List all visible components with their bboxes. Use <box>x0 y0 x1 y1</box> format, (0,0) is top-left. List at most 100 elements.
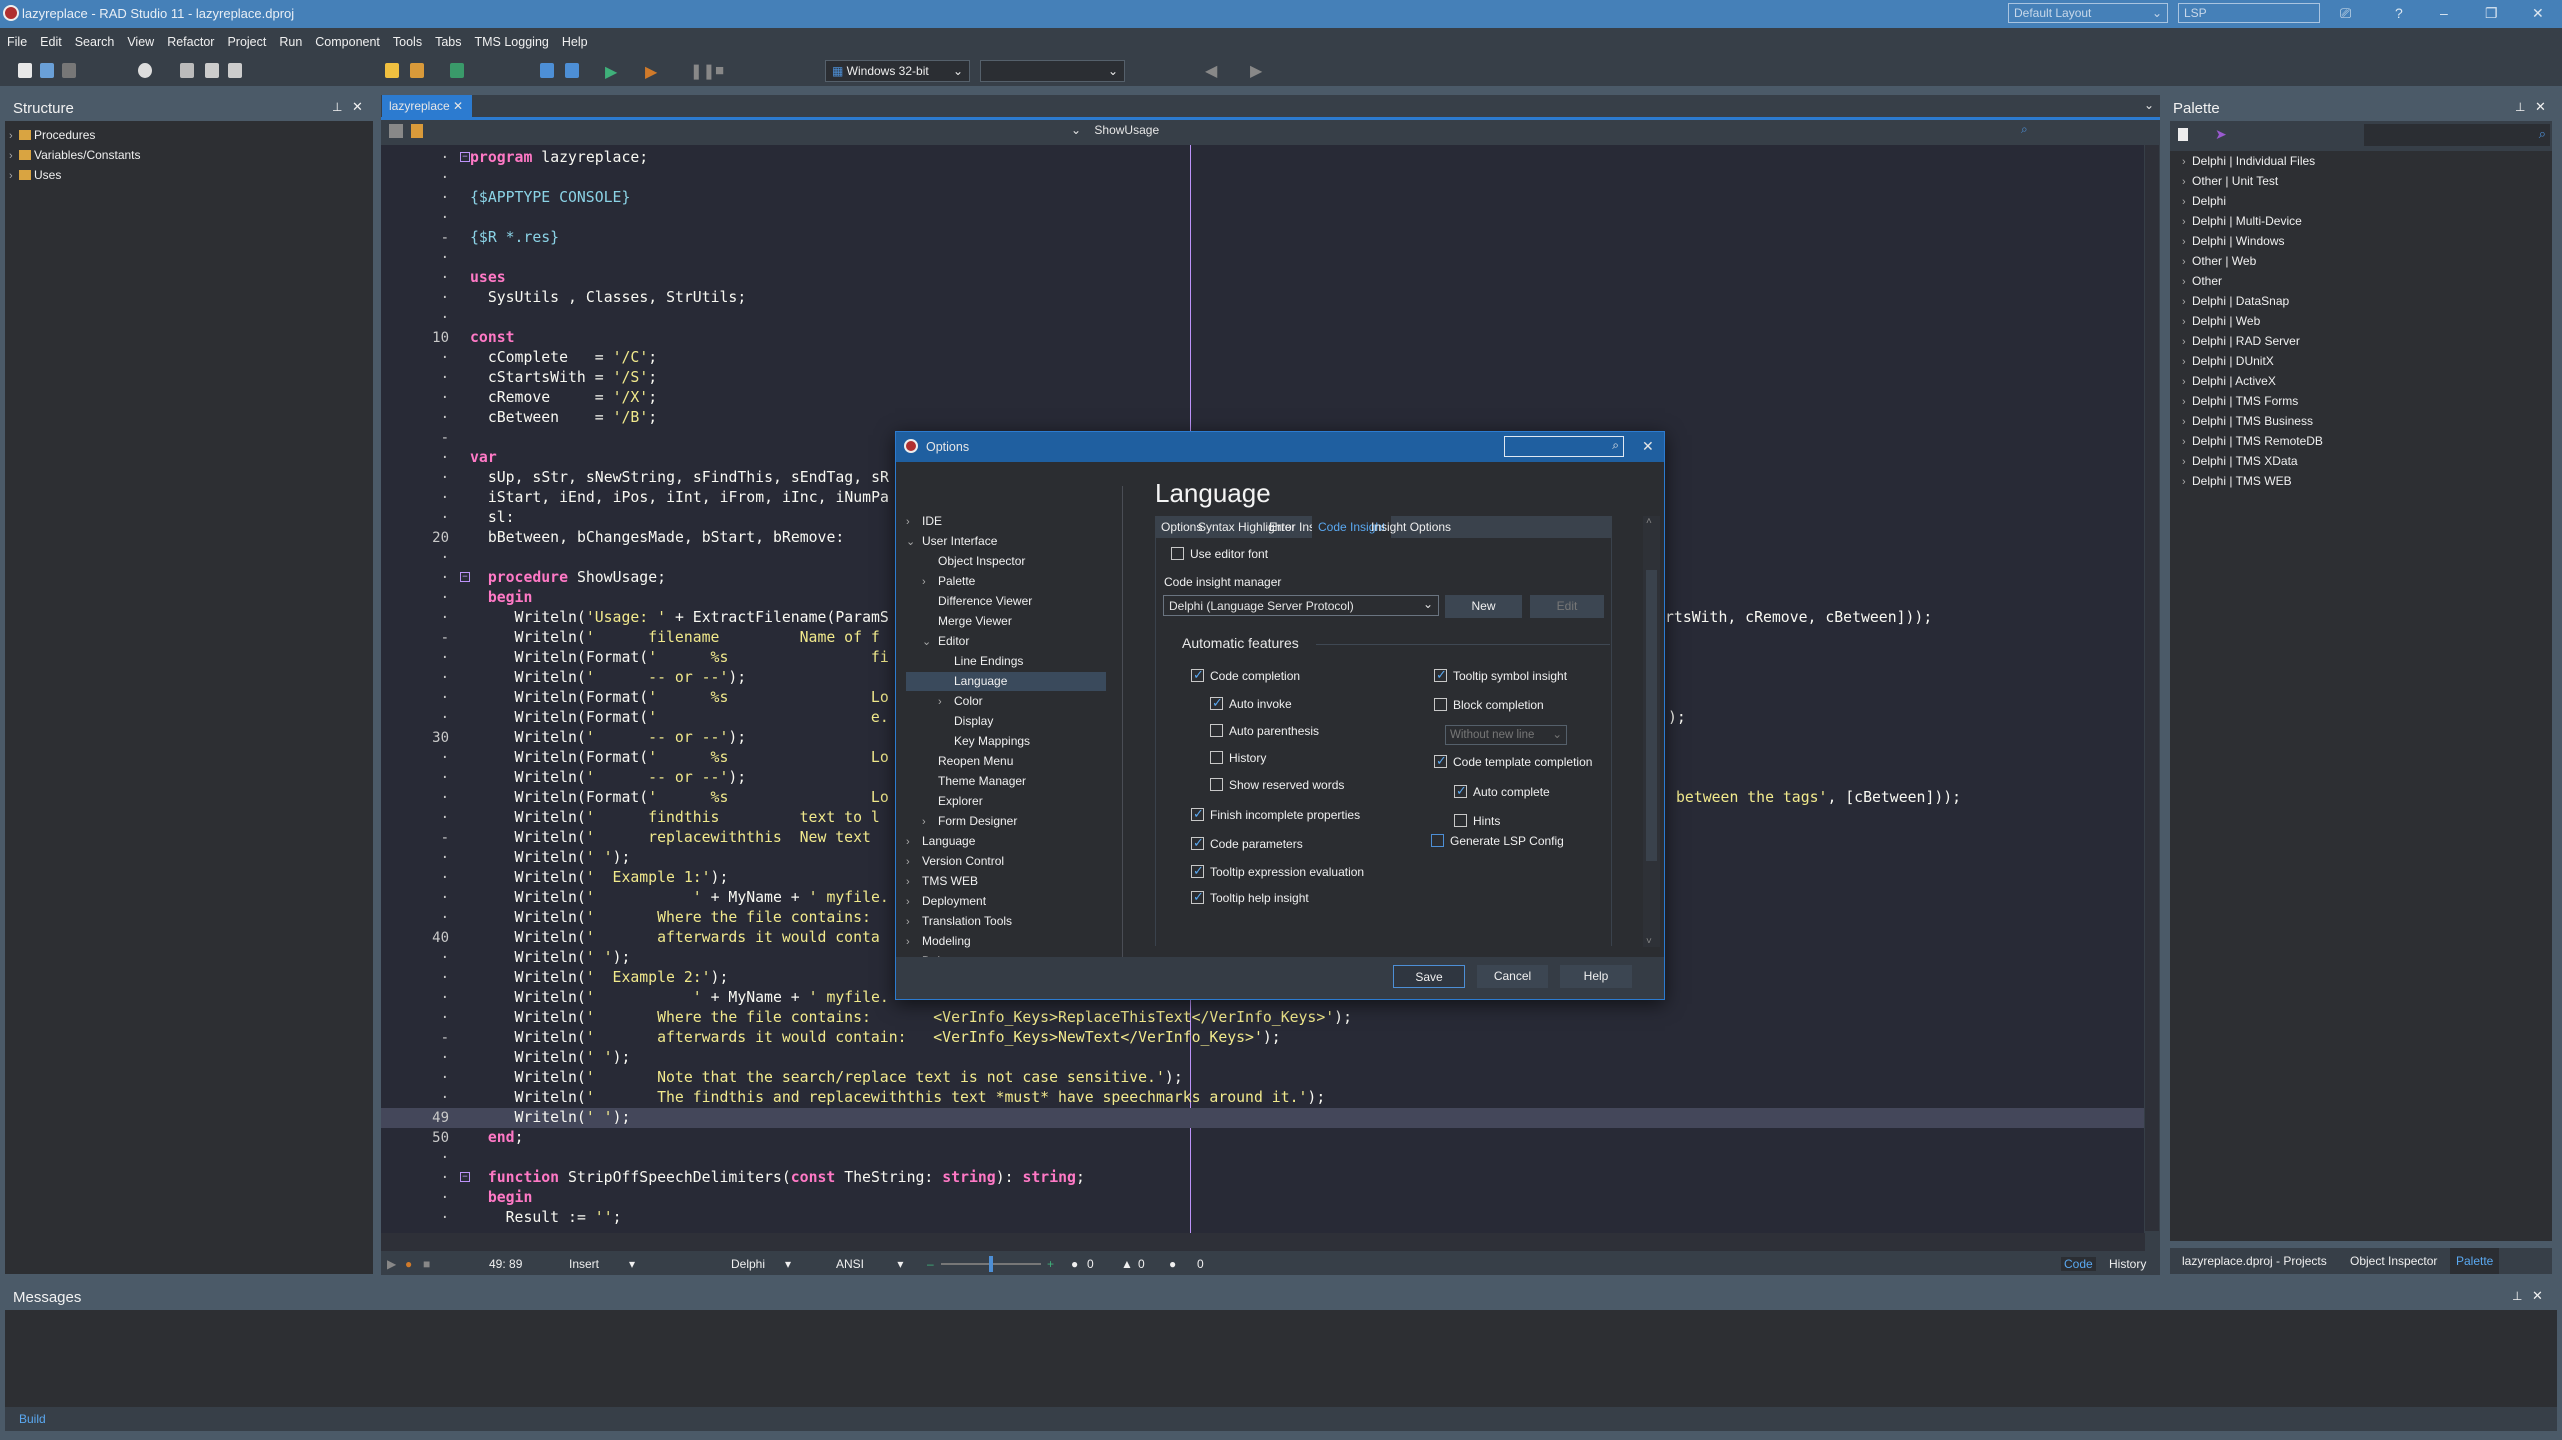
view-tab-code[interactable]: Code <box>2061 1257 2096 1271</box>
code-line[interactable]: · cStartsWith = '/S'; <box>381 368 2144 388</box>
close-icon[interactable]: ✕ <box>2532 1288 2543 1304</box>
chevron-right-icon[interactable]: › <box>9 150 19 162</box>
editor-search-icon[interactable]: ⌕ <box>2021 122 2028 137</box>
palette-category[interactable]: › Delphi | TMS XData <box>2182 454 2298 468</box>
menu-tabs[interactable]: Tabs <box>428 28 467 49</box>
open-project-icon[interactable] <box>40 63 54 78</box>
menu-help[interactable]: Help <box>555 28 594 49</box>
palette-category[interactable]: › Delphi | RAD Server <box>2182 334 2300 348</box>
code-template-completion-checkbox[interactable] <box>1434 753 1447 769</box>
code-line[interactable]: - {$R *.res} <box>381 228 2144 248</box>
chevron-right-icon[interactable]: › <box>2182 176 2192 188</box>
cancel-button[interactable]: Cancel <box>1477 965 1548 988</box>
chevron-right-icon[interactable]: › <box>2182 196 2192 208</box>
layout-combo[interactable]: Default Layout ⌄ <box>2008 3 2168 23</box>
new-button[interactable]: New <box>1445 595 1522 618</box>
tab-projects[interactable]: lazyreplace.dproj - Projects <box>2182 1254 2327 1268</box>
palette-category[interactable]: › Delphi | ActiveX <box>2182 374 2276 388</box>
code-line[interactable]: · <box>381 248 2144 268</box>
tooltip-expression-evaluation-checkbox[interactable] <box>1191 863 1204 879</box>
palette-category[interactable]: › Other <box>2182 274 2222 288</box>
code-line[interactable]: · − program lazyreplace; <box>381 148 2144 168</box>
options-tree-item[interactable]: › Palette <box>906 572 1106 591</box>
ide-search-input[interactable]: LSP <box>2178 3 2320 23</box>
auto-parenthesis-checkbox[interactable] <box>1210 724 1223 737</box>
code-parameters-checkbox[interactable] <box>1191 835 1204 851</box>
fold-collapse-icon[interactable]: − <box>460 572 470 582</box>
tab-palette[interactable]: Palette <box>2450 1248 2500 1274</box>
structure-item[interactable]: › Uses <box>9 168 61 182</box>
chevron-right-icon[interactable]: › <box>906 516 916 528</box>
stop-macro-icon[interactable]: ■ <box>423 1257 430 1271</box>
options-tree-item[interactable]: Line Endings <box>906 652 1106 671</box>
options-tree-item[interactable]: ⌄ Editor <box>906 632 1106 651</box>
palette-category[interactable]: › Delphi | Windows <box>2182 234 2284 248</box>
pointer-icon[interactable]: ➤ <box>2215 126 2227 143</box>
globe-icon[interactable] <box>138 63 152 78</box>
chevron-right-icon[interactable]: › <box>2182 476 2192 488</box>
chevron-right-icon[interactable]: › <box>938 696 948 708</box>
options-tree-item[interactable]: › Deployment <box>906 892 1106 911</box>
help-button[interactable]: Help <box>1560 965 1632 988</box>
options-tree-item[interactable]: Language <box>906 672 1106 691</box>
zoom-slider-thumb[interactable] <box>989 1256 993 1272</box>
chevron-right-icon[interactable]: › <box>922 816 932 828</box>
devices-icon[interactable]: ⎚ <box>2340 5 2351 22</box>
component-icon[interactable] <box>205 63 219 78</box>
options-tree-item[interactable]: › Color <box>906 692 1106 711</box>
palette-category[interactable]: › Delphi | DUnitX <box>2182 354 2274 368</box>
zoom-in-icon[interactable]: + <box>1047 1257 1054 1271</box>
chevron-right-icon[interactable]: › <box>2182 376 2192 388</box>
new-file-icon[interactable] <box>18 63 32 78</box>
new-item-icon[interactable] <box>385 63 399 78</box>
search-icon[interactable] <box>180 63 194 78</box>
code-line[interactable]: · begin <box>381 1188 2144 1208</box>
encoding-dropdown[interactable]: ANSI ▾ <box>836 1257 903 1271</box>
editor-toolbar-icon[interactable] <box>389 124 403 138</box>
options-tree-item[interactable]: Object Inspector <box>906 552 1106 571</box>
hints-checkbox[interactable] <box>1454 814 1467 827</box>
menu-tms-logging[interactable]: TMS Logging <box>468 28 555 49</box>
forward-arrow-icon[interactable]: ▶ <box>1250 61 1262 81</box>
close-window-button[interactable]: ✕ <box>2532 5 2544 22</box>
finish-incomplete-properties-checkbox[interactable] <box>1191 806 1204 822</box>
use-editor-font-checkbox[interactable] <box>1171 547 1184 560</box>
code-line[interactable]: · <box>381 1148 2144 1168</box>
close-tab-icon[interactable]: ✕ <box>453 99 463 113</box>
palette-category[interactable]: › Delphi | DataSnap <box>2182 294 2289 308</box>
block-completion-checkbox[interactable] <box>1434 698 1447 711</box>
scroll-down-icon[interactable]: ˅ <box>1646 936 1652 947</box>
record-macro-icon[interactable]: ● <box>405 1257 412 1271</box>
chevron-right-icon[interactable]: › <box>2182 356 2192 368</box>
options-tree-item[interactable]: › TMS WEB <box>906 872 1106 891</box>
code-line[interactable]: · − function StripOffSpeechDelimiters(con… <box>381 1168 2144 1188</box>
chevron-right-icon[interactable]: › <box>906 856 916 868</box>
platform-combo[interactable]: ▦ Windows 32-bit ⌄ <box>825 60 970 82</box>
play-macro-icon[interactable]: ▶ <box>387 1257 396 1271</box>
options-tree-item[interactable]: Merge Viewer <box>906 612 1106 631</box>
menu-component[interactable]: Component <box>308 28 386 49</box>
block-completion-mode-combo[interactable]: Without new line ⌄ <box>1445 725 1567 745</box>
options-tree-item[interactable]: › Modeling <box>906 932 1106 951</box>
configuration-combo[interactable]: ⌄ <box>980 60 1125 82</box>
close-icon[interactable]: ✕ <box>2535 99 2546 115</box>
code-line[interactable]: · Writeln(' Where the file contains: <Ve… <box>381 1008 2144 1028</box>
chevron-right-icon[interactable]: › <box>2182 436 2192 448</box>
project-options-icon[interactable] <box>540 63 554 78</box>
menu-project[interactable]: Project <box>220 28 272 49</box>
close-dialog-button[interactable]: ✕ <box>1642 438 1654 455</box>
pause-icon[interactable]: ❚❚ <box>690 62 715 80</box>
palette-file-icon[interactable] <box>2178 128 2188 141</box>
chevron-right-icon[interactable]: › <box>906 916 916 928</box>
chevron-down-icon[interactable]: ⌄ <box>906 535 916 548</box>
structure-item[interactable]: › Variables/Constants <box>9 148 141 162</box>
palette-category[interactable]: › Delphi | Web <box>2182 314 2260 328</box>
auto-invoke-checkbox[interactable] <box>1210 695 1223 711</box>
options-tree-item[interactable]: › IDE <box>906 512 1106 531</box>
menu-view[interactable]: View <box>120 28 160 49</box>
back-arrow-icon[interactable]: ◀ <box>1205 61 1217 81</box>
palette-category[interactable]: › Delphi | TMS RemoteDB <box>2182 434 2323 448</box>
chevron-right-icon[interactable]: › <box>922 576 932 588</box>
insert-mode-dropdown[interactable]: Insert ▾ <box>569 1257 635 1271</box>
options-tree-item[interactable]: › Version Control <box>906 852 1106 871</box>
